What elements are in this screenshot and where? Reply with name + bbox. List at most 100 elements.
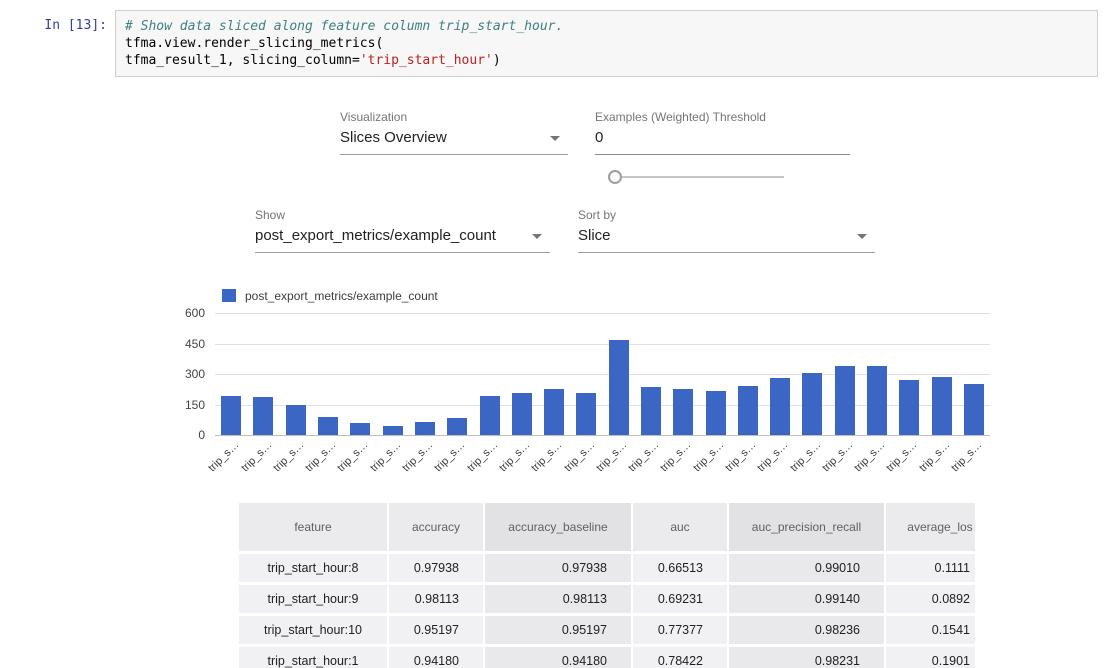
bar[interactable] (706, 391, 726, 435)
metric-cell[interactable]: 0.95197 (485, 616, 631, 644)
chart-bars (215, 313, 990, 435)
gridline (215, 435, 990, 436)
show-metric-dropdown[interactable]: post_export_metrics/example_count (255, 226, 550, 253)
bar[interactable] (350, 423, 370, 435)
threshold-input[interactable] (595, 128, 850, 155)
bar-slot (635, 313, 667, 435)
code-cell[interactable]: # Show data sliced along feature column … (115, 10, 1098, 77)
threshold-slider[interactable] (606, 170, 788, 184)
sort-by-dropdown[interactable]: Slice (578, 226, 875, 253)
column-header[interactable]: average_los (886, 503, 975, 551)
metric-cell[interactable]: 0.98113 (485, 585, 631, 613)
table-row[interactable]: trip_start_hour:90.981130.981130.692310.… (239, 585, 975, 613)
metric-cell[interactable]: 0.78422 (633, 647, 727, 668)
column-header[interactable]: auc (633, 503, 727, 551)
metric-cell[interactable]: 0.0892 (886, 585, 975, 613)
metric-cell[interactable]: 0.97938 (389, 554, 483, 582)
visualization-label: Visualization (340, 110, 568, 124)
table-row[interactable]: trip_start_hour:100.951970.951970.773770… (239, 616, 975, 644)
feature-cell[interactable]: trip_start_hour:1 (239, 647, 387, 668)
metric-cell[interactable]: 0.99010 (729, 554, 884, 582)
feature-cell[interactable]: trip_start_hour:9 (239, 585, 387, 613)
metric-cell[interactable]: 0.69231 (633, 585, 727, 613)
metric-cell[interactable]: 0.1541 (886, 616, 975, 644)
chevron-down-icon (550, 136, 560, 141)
metric-cell[interactable]: 0.98236 (729, 616, 884, 644)
bar-slot (280, 313, 312, 435)
bar[interactable] (480, 396, 500, 435)
bar-slot (732, 313, 764, 435)
y-axis-tick-label: 450 (185, 337, 205, 351)
y-axis-tick-label: 600 (185, 306, 205, 320)
table-row[interactable]: trip_start_hour:80.979380.979380.665130.… (239, 554, 975, 582)
bar[interactable] (286, 405, 306, 436)
metric-cell[interactable]: 0.99140 (729, 585, 884, 613)
metric-cell[interactable]: 0.98231 (729, 647, 884, 668)
column-header[interactable]: accuracy_baseline (485, 503, 631, 551)
sort-by-selected-value: Slice (578, 227, 611, 244)
bar-slot (312, 313, 344, 435)
visualization-selected-value: Slices Overview (340, 129, 447, 146)
metric-cell[interactable]: 0.98113 (389, 585, 483, 613)
table-header-row: featureaccuracyaccuracy_baselineaucauc_p… (239, 503, 975, 551)
bar[interactable] (512, 393, 532, 435)
slider-handle[interactable] (608, 170, 622, 184)
metric-cell[interactable]: 0.1111 (886, 554, 975, 582)
bar[interactable] (383, 426, 403, 435)
bar-slot (603, 313, 635, 435)
bar[interactable] (738, 386, 758, 435)
code-token-plain: ) (493, 53, 501, 68)
column-header[interactable]: accuracy (389, 503, 483, 551)
bar[interactable] (415, 422, 435, 435)
bar-slot (570, 313, 602, 435)
bar[interactable] (867, 366, 887, 435)
threshold-control: Examples (Weighted) Threshold (595, 110, 850, 155)
bar[interactable] (641, 387, 661, 435)
show-metric-control: Show post_export_metrics/example_count (255, 208, 550, 253)
bar-slot (506, 313, 538, 435)
bar[interactable] (609, 340, 629, 435)
notebook-cell: In [13]: # Show data sliced along featur… (30, 10, 1098, 77)
bar-slot (473, 313, 505, 435)
column-header[interactable]: feature (239, 503, 387, 551)
metric-cell[interactable]: 0.94180 (389, 647, 483, 668)
bar[interactable] (221, 396, 241, 435)
table-row[interactable]: trip_start_hour:10.941800.941800.784220.… (239, 647, 975, 668)
bar-slot (829, 313, 861, 435)
bar-slot (344, 313, 376, 435)
feature-cell[interactable]: trip_start_hour:10 (239, 616, 387, 644)
chevron-down-icon (532, 234, 542, 239)
metric-cell[interactable]: 0.77377 (633, 616, 727, 644)
bar[interactable] (318, 417, 338, 435)
metrics-table-container: featureaccuracyaccuracy_baselineaucauc_p… (237, 500, 975, 668)
column-header[interactable]: auc_precision_recall (729, 503, 884, 551)
bar[interactable] (964, 384, 984, 435)
show-selected-value: post_export_metrics/example_count (255, 227, 496, 244)
bar[interactable] (802, 373, 822, 435)
chart-plot-area: 6004503001500 (215, 313, 990, 435)
metric-cell[interactable]: 0.94180 (485, 647, 631, 668)
metric-cell[interactable]: 0.1901 (886, 647, 975, 668)
legend-label: post_export_metrics/example_count (245, 289, 438, 303)
bar[interactable] (253, 397, 273, 435)
metric-cell[interactable]: 0.97938 (485, 554, 631, 582)
bar[interactable] (899, 380, 919, 435)
visualization-dropdown[interactable]: Slices Overview (340, 128, 568, 155)
bar-slot (667, 313, 699, 435)
slider-track[interactable] (620, 176, 784, 178)
bar[interactable] (576, 393, 596, 435)
metric-cell[interactable]: 0.66513 (633, 554, 727, 582)
metrics-table: featureaccuracyaccuracy_baselineaucauc_p… (237, 500, 975, 668)
bar[interactable] (673, 389, 693, 435)
bar[interactable] (932, 377, 952, 435)
x-axis-tick-text: trip_s… (206, 439, 241, 474)
slices-overview-chart: post_export_metrics/example_count 600450… (160, 288, 1040, 471)
bar[interactable] (447, 418, 467, 435)
bar[interactable] (770, 378, 790, 435)
bar[interactable] (544, 389, 564, 435)
metric-cell[interactable]: 0.95197 (389, 616, 483, 644)
bar[interactable] (835, 366, 855, 435)
feature-cell[interactable]: trip_start_hour:8 (239, 554, 387, 582)
legend-color-swatch (222, 289, 236, 302)
y-axis-tick-label: 150 (185, 398, 205, 412)
